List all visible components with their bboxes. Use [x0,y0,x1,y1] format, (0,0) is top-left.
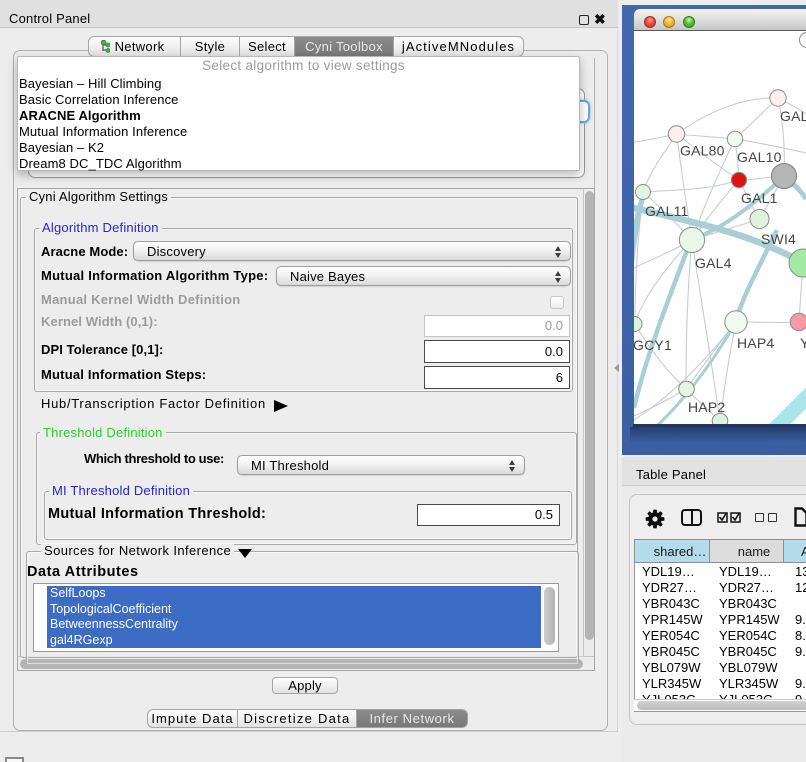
svg-text:GAL7: GAL7 [780,108,806,124]
svg-text:GAL4: GAL4 [695,255,732,271]
svg-text:SWI4: SWI4 [761,231,796,247]
svg-text:HAP4: HAP4 [737,335,774,351]
svg-text:YB: YB [800,335,806,351]
svg-text:GCY1: GCY1 [634,337,672,353]
svg-text:GAL80: GAL80 [680,143,725,159]
svg-text:GAL10: GAL10 [737,149,782,165]
svg-text:GAL1: GAL1 [741,190,778,206]
svg-text:GAL11: GAL11 [645,203,689,219]
svg-text:HAP2: HAP2 [688,399,725,415]
